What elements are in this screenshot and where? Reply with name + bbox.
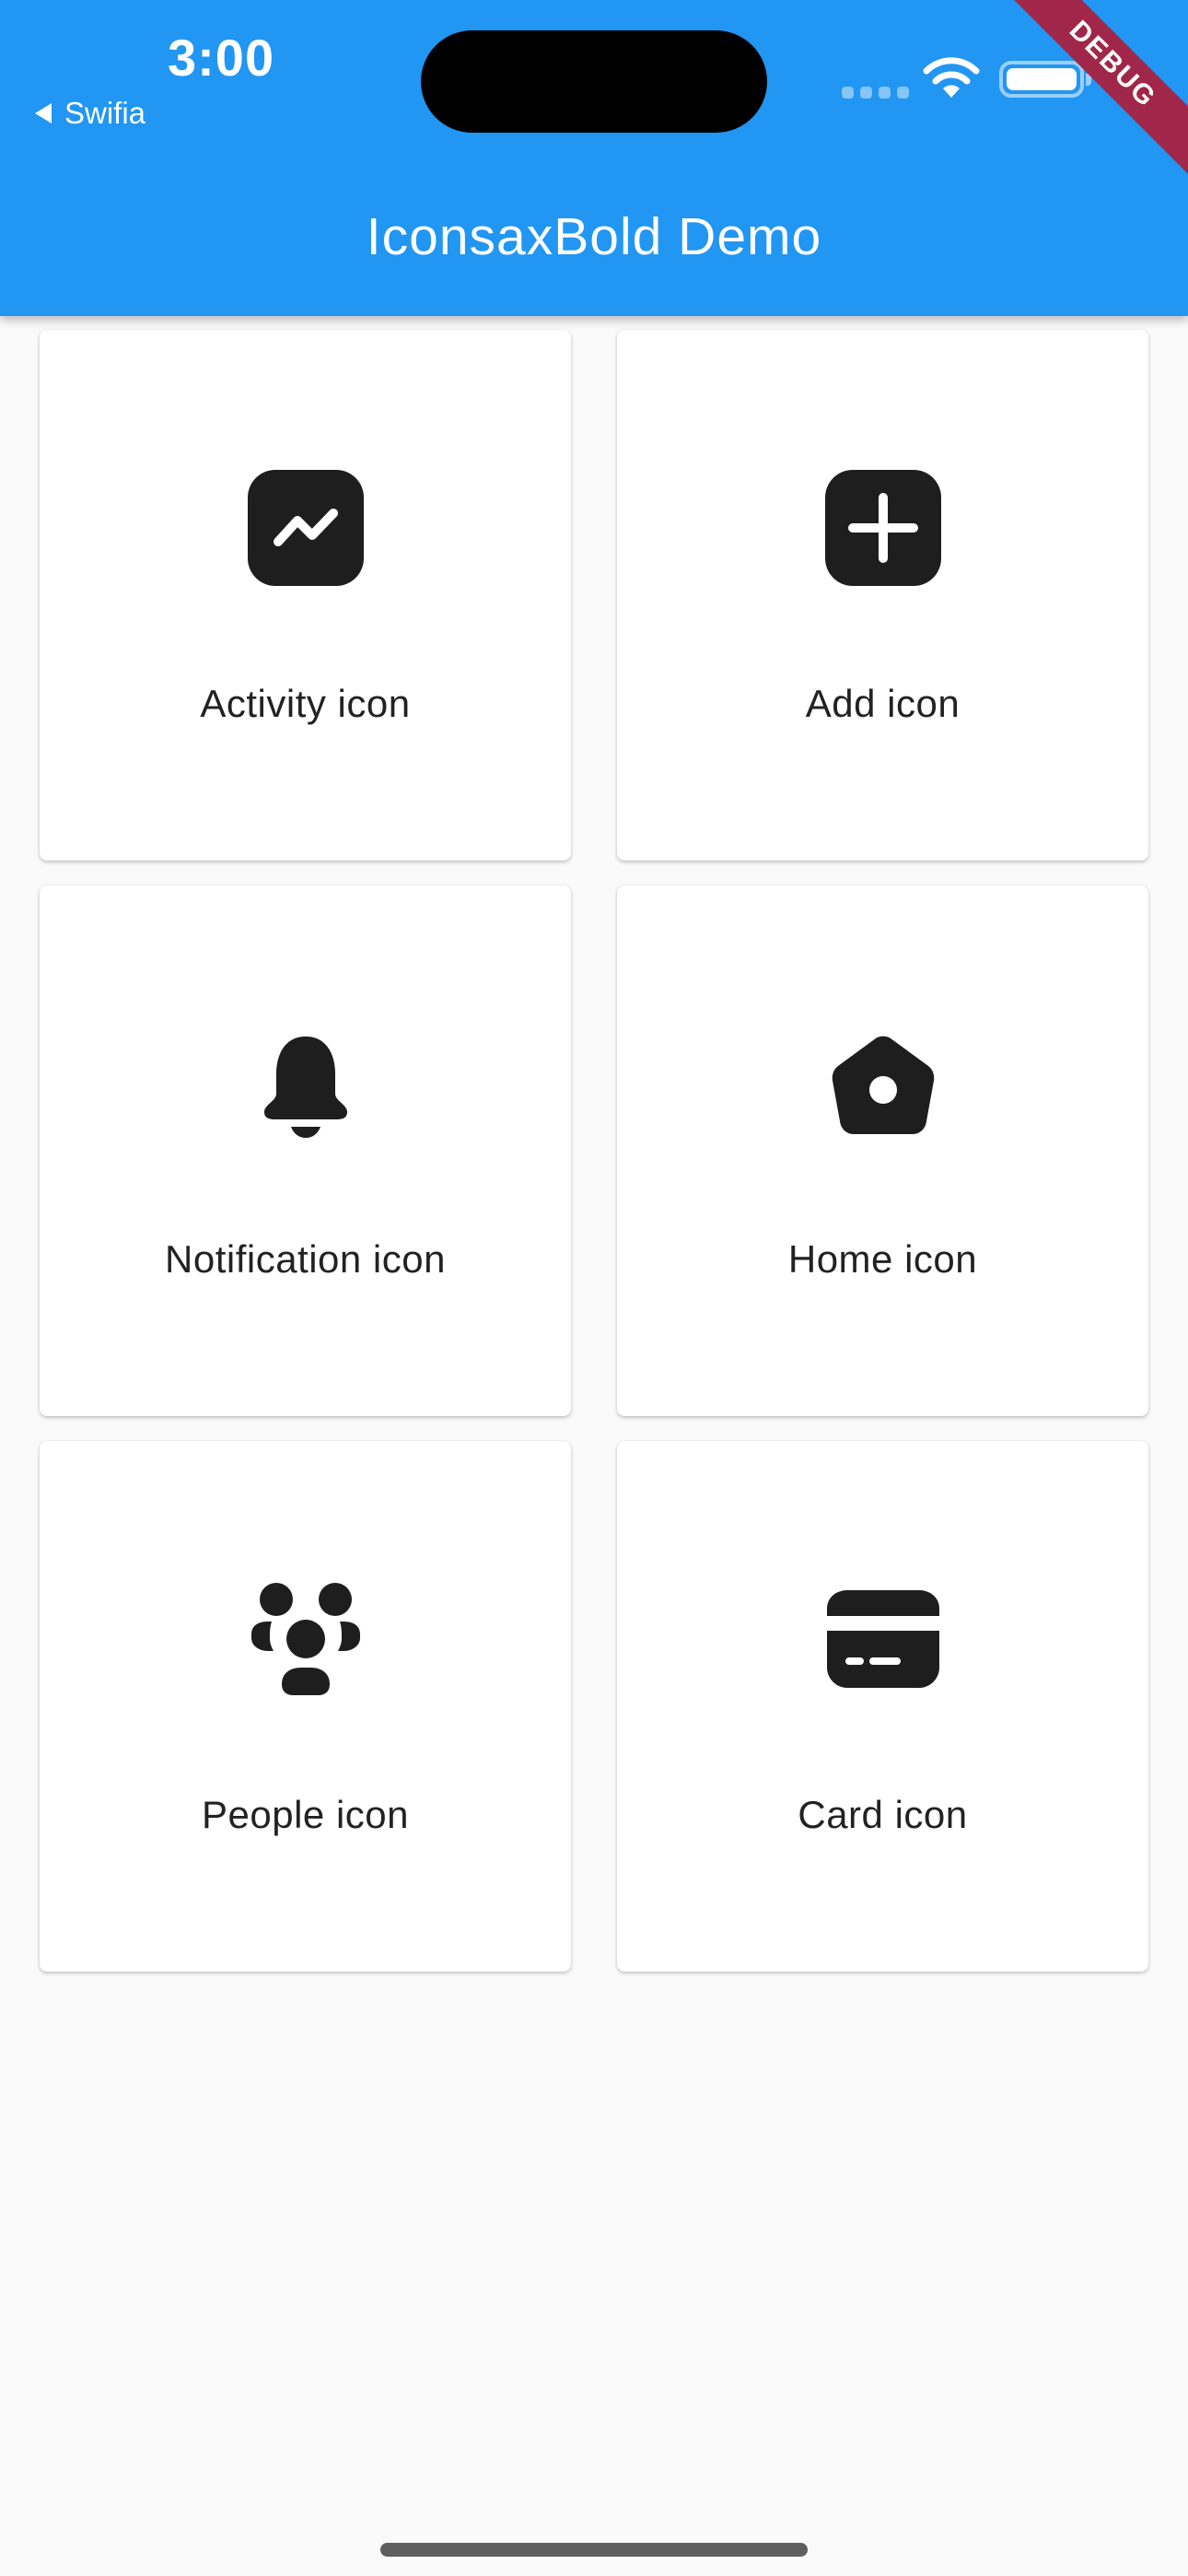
home-indicator[interactable] [380, 2543, 808, 2557]
back-app-label: Swifia [64, 96, 146, 130]
card-label: Card icon [798, 1793, 968, 1836]
card-notification[interactable]: Notification icon [40, 885, 571, 1416]
card-people[interactable]: People icon [40, 1441, 571, 1972]
card-label: Activity icon [200, 682, 411, 725]
back-arrow-icon [35, 103, 52, 123]
card-label: Notification icon [165, 1237, 446, 1281]
people-icon [251, 1583, 360, 1695]
home-icon [832, 1036, 935, 1134]
status-time: 3:00 [168, 29, 275, 87]
add-icon [825, 470, 941, 586]
card-add[interactable]: Add icon [617, 330, 1148, 861]
card-icon [827, 1590, 939, 1688]
card-activity[interactable]: Activity icon [40, 330, 571, 861]
card-label: Add icon [805, 682, 961, 725]
card-card[interactable]: Card icon [617, 1441, 1148, 1972]
debug-label: DEBUG [991, 0, 1188, 186]
dynamic-island [421, 30, 767, 133]
card-label: People icon [202, 1793, 409, 1836]
notification-icon [264, 1036, 347, 1138]
activity-icon [248, 470, 364, 586]
debug-banner: DEBUG [967, 0, 1188, 221]
card-label: Home icon [787, 1237, 978, 1281]
cellular-signal-icon [842, 87, 909, 99]
card-home[interactable]: Home icon [617, 885, 1148, 1416]
back-to-app-button[interactable]: Swifia [35, 96, 146, 131]
